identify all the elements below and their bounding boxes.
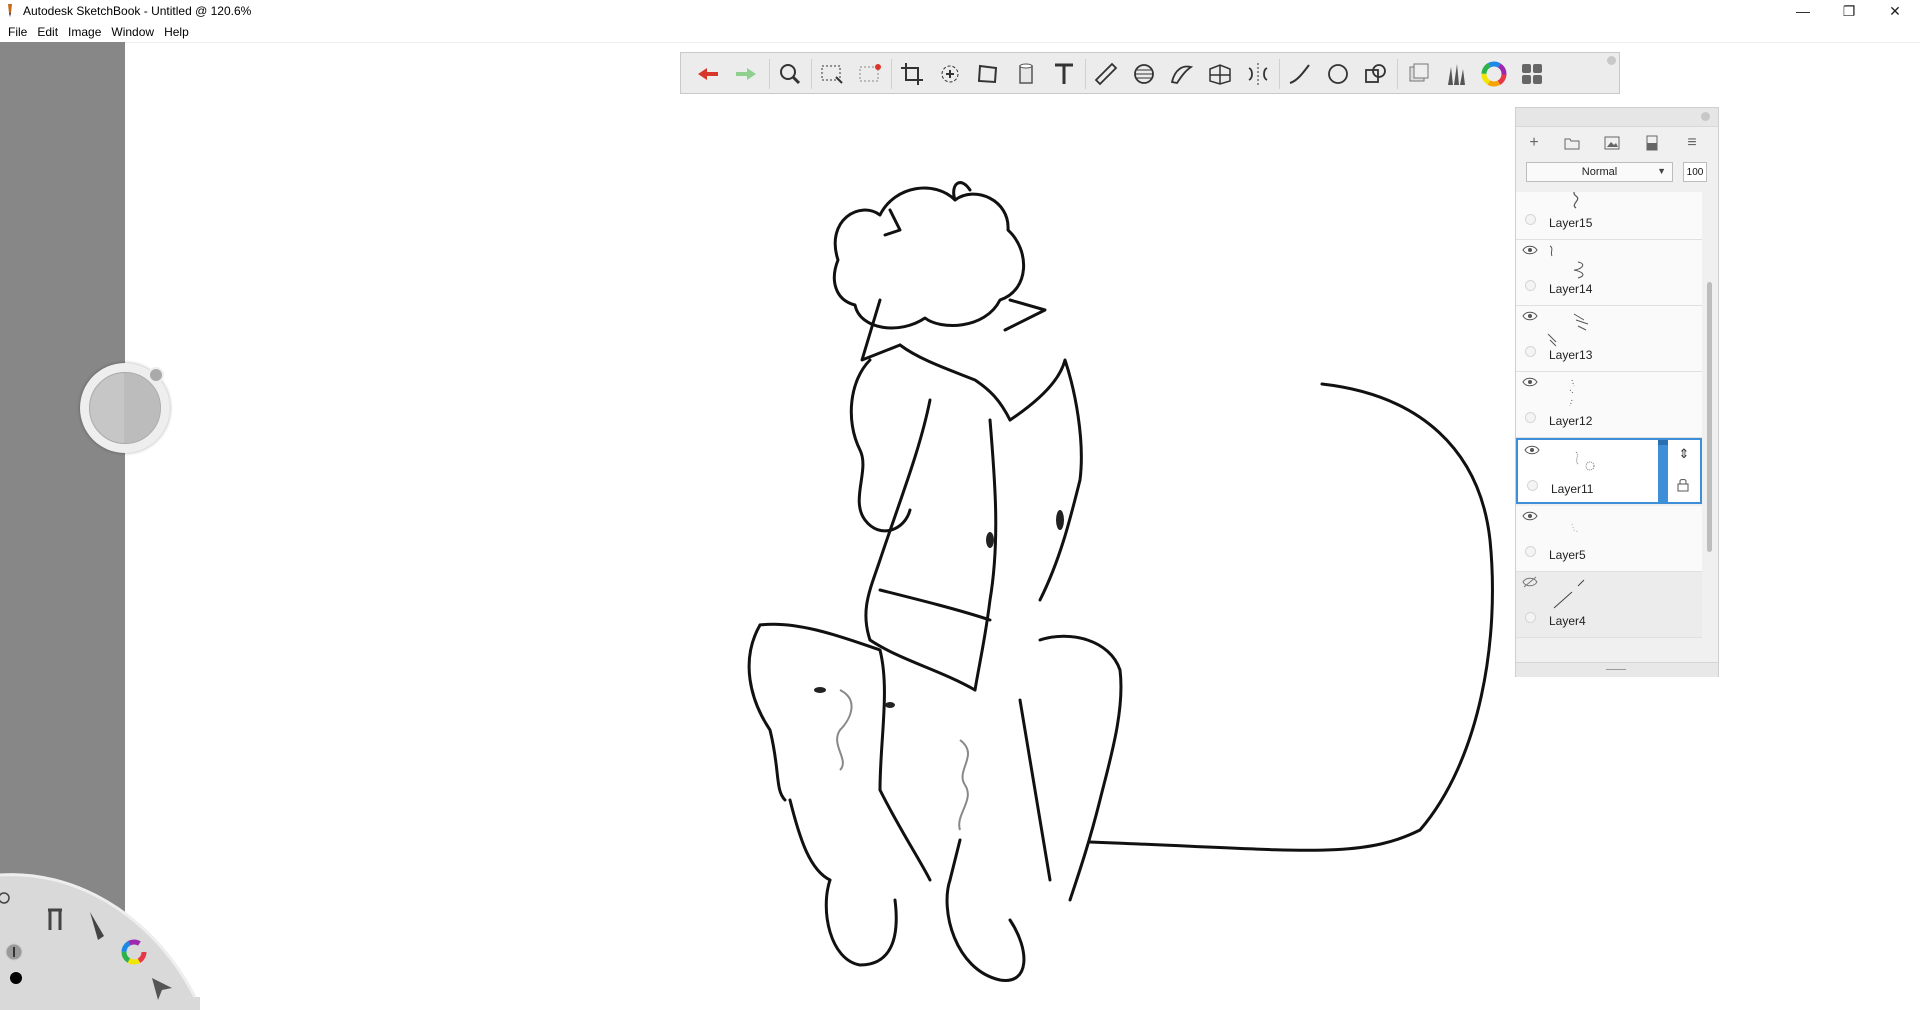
layer-name: Layer4	[1549, 614, 1586, 628]
layer-name: Layer5	[1549, 548, 1586, 562]
layer-row-layer12[interactable]: Layer12	[1516, 372, 1702, 438]
layer-radio[interactable]	[1525, 214, 1536, 225]
layer-radio[interactable]	[1527, 480, 1538, 491]
layer-list: Layer15 Layer14 Layer13 Layer12 Layer11 …	[1516, 192, 1702, 662]
layer-radio[interactable]	[1525, 612, 1536, 623]
layer-name: Layer11	[1551, 482, 1594, 496]
menu-bar: File Edit Image Window Help	[0, 22, 1920, 43]
layer-thumbnail	[1569, 379, 1575, 407]
menu-file[interactable]: File	[0, 25, 27, 39]
minimize-button[interactable]: —	[1780, 0, 1826, 22]
rect-select-icon[interactable]	[817, 61, 847, 87]
layer-scrollbar[interactable]	[1704, 192, 1716, 662]
ellipse-guide-icon[interactable]	[1129, 61, 1159, 87]
left-panel	[0, 42, 125, 997]
lagoon-menu	[0, 873, 200, 1010]
layer-name: Layer13	[1549, 348, 1593, 362]
copic-library-icon[interactable]	[1403, 61, 1433, 87]
eye-hidden-icon[interactable]	[1522, 576, 1538, 588]
layer-thumbnail	[1549, 245, 1584, 279]
eye-icon[interactable]	[1522, 244, 1538, 256]
perspective-icon[interactable]	[1205, 61, 1235, 87]
layer-thumbnail	[1573, 192, 1579, 209]
close-button[interactable]: ✕	[1872, 0, 1918, 22]
layer-editor-panel: + ≡ Normal ▼ 100 Layer15 Layer14 Layer13…	[1515, 107, 1719, 677]
layer-radio[interactable]	[1525, 546, 1536, 557]
menu-help[interactable]: Help	[156, 25, 189, 39]
layer-row-layer4[interactable]: Layer4	[1516, 572, 1702, 638]
layer-row-layer15[interactable]: Layer15	[1516, 192, 1702, 240]
title-bar: Autodesk SketchBook - Untitled @ 120.6% …	[0, 0, 1920, 22]
color-wheel-icon[interactable]	[1479, 61, 1509, 87]
text-icon[interactable]	[1049, 61, 1079, 87]
layer-row-layer11[interactable]: Layer11 ⇕	[1516, 438, 1702, 504]
sketchbook-app-icon	[8, 4, 12, 17]
chevron-down-icon: ▼	[1657, 166, 1666, 176]
brush-size-icon[interactable]	[5, 943, 23, 961]
layer-panel-tools: + ≡	[1516, 128, 1718, 158]
layer-thumbnail	[1571, 523, 1579, 533]
layer-name: Layer15	[1549, 216, 1593, 230]
undo-icon[interactable]	[693, 61, 723, 87]
line-tool-icon[interactable]	[1285, 61, 1315, 87]
layer-opacity-bar[interactable]	[1658, 440, 1668, 502]
ruler-icon[interactable]	[1091, 61, 1121, 87]
toolbar-close-dot[interactable]	[1607, 56, 1616, 65]
layers-icon[interactable]	[1517, 61, 1547, 87]
window-title: Autodesk SketchBook - Untitled @ 120.6%	[23, 4, 252, 18]
eye-icon[interactable]	[1524, 444, 1540, 456]
zoom-icon[interactable]	[775, 61, 805, 87]
eye-icon[interactable]	[1522, 310, 1538, 322]
layer-row-layer5[interactable]: Layer5	[1516, 506, 1702, 572]
main-toolbar	[680, 52, 1620, 94]
menu-edit[interactable]: Edit	[29, 25, 58, 39]
crop-icon[interactable]	[897, 61, 927, 87]
blend-mode-value: Normal	[1581, 166, 1618, 178]
layer-radio[interactable]	[1525, 280, 1536, 291]
redo-icon[interactable]	[731, 61, 761, 87]
symmetry-icon[interactable]	[1243, 61, 1273, 87]
layer-thumbnail	[1553, 579, 1585, 609]
layer-panel-close-dot[interactable]	[1701, 112, 1710, 121]
lock-icon[interactable]	[1676, 478, 1690, 492]
layer-radio[interactable]	[1525, 412, 1536, 423]
select-clear-icon[interactable]	[855, 61, 885, 87]
add-layer-icon[interactable]: +	[1524, 133, 1544, 153]
brush-library-icon[interactable]	[1441, 61, 1471, 87]
layer-menu-icon[interactable]: ≡	[1682, 133, 1702, 153]
menu-image[interactable]: Image	[60, 25, 101, 39]
distort-icon[interactable]	[973, 61, 1003, 87]
shape-tool-icon[interactable]	[1361, 61, 1391, 87]
layer-thumbnail	[1547, 313, 1589, 347]
layer-move-handle-icon[interactable]: ⇕	[1674, 446, 1694, 466]
french-curve-icon[interactable]	[1167, 61, 1197, 87]
fill-icon[interactable]	[1011, 61, 1041, 87]
layer-radio[interactable]	[1525, 346, 1536, 357]
layer-row-layer14[interactable]: Layer14	[1516, 240, 1702, 306]
opacity-field[interactable]: 100	[1683, 162, 1707, 182]
color-dot-icon[interactable]	[10, 972, 22, 984]
layer-name: Layer12	[1549, 414, 1593, 428]
circle-tool-icon[interactable]	[1323, 61, 1353, 87]
layer-panel-resize-handle[interactable]	[1516, 662, 1718, 677]
transform-icon[interactable]	[935, 61, 965, 87]
merge-layer-icon[interactable]	[1642, 133, 1662, 153]
restore-button[interactable]: ❐	[1826, 0, 1872, 22]
eye-icon[interactable]	[1522, 510, 1538, 522]
menu-window[interactable]: Window	[103, 25, 154, 39]
layer-name: Layer14	[1549, 282, 1593, 296]
layer-thumbnail	[1575, 451, 1595, 471]
eye-icon[interactable]	[1522, 376, 1538, 388]
layer-row-layer13[interactable]: Layer13	[1516, 306, 1702, 372]
layer-panel-header[interactable]	[1516, 108, 1718, 127]
blend-mode-select[interactable]: Normal ▼	[1526, 162, 1673, 182]
add-image-icon[interactable]	[1602, 133, 1622, 153]
add-group-icon[interactable]	[1562, 133, 1582, 153]
